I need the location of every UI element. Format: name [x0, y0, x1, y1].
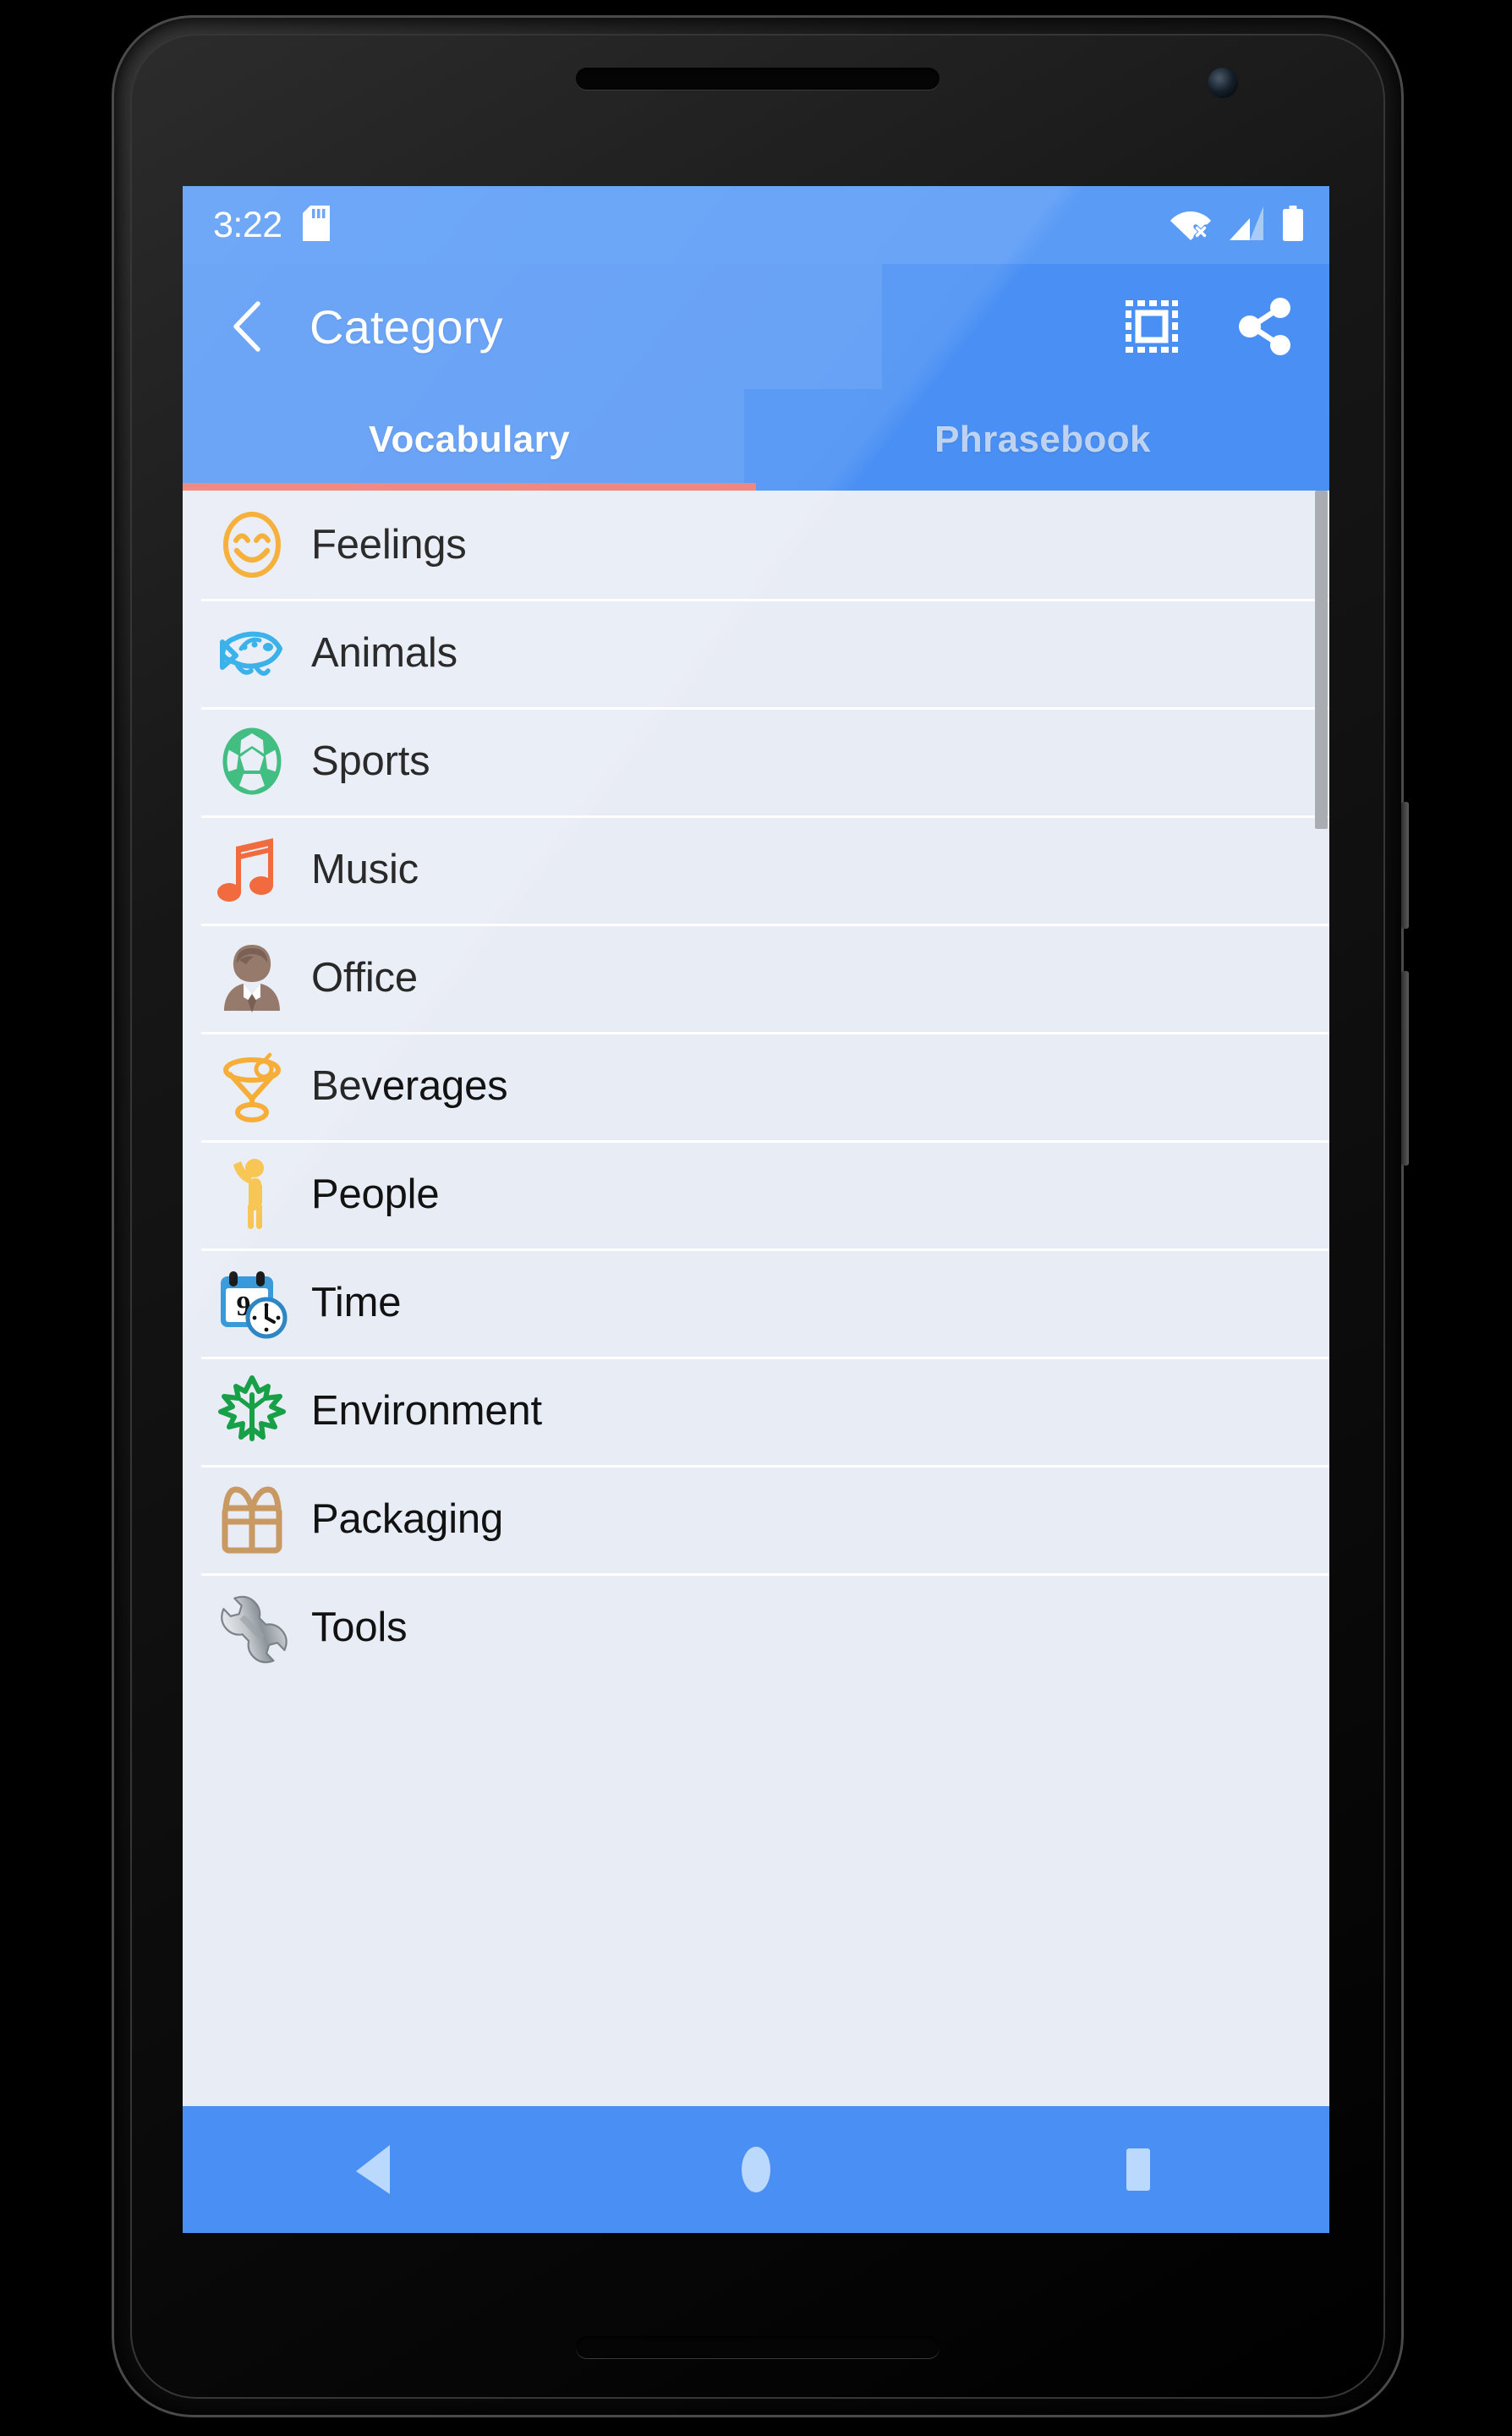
- fish-icon: [211, 612, 293, 694]
- tab-bar: Vocabulary Phrasebook: [183, 389, 1329, 491]
- list-item-label: Time: [311, 1280, 402, 1325]
- list-item-label: Animals: [311, 630, 457, 676]
- android-navigation-bar: [183, 2106, 1329, 2233]
- tab-vocabulary[interactable]: Vocabulary: [183, 389, 756, 491]
- list-item[interactable]: Music: [183, 815, 1329, 924]
- phone-screen: 3:22 Category Vocabulary Phrasebook Feel…: [183, 186, 1329, 2233]
- list-item[interactable]: Office: [183, 924, 1329, 1032]
- list-item-label: Tools: [311, 1605, 408, 1650]
- toolbar-actions: [1118, 293, 1299, 360]
- nav-recents-icon: [1126, 2148, 1150, 2191]
- list-item[interactable]: Tools: [183, 1573, 1329, 1682]
- nav-home-button[interactable]: [565, 2106, 947, 2233]
- app-toolbar: Category: [183, 264, 1329, 389]
- list-item[interactable]: Environment: [183, 1357, 1329, 1465]
- nav-home-icon: [742, 2147, 770, 2192]
- status-bar-clock: 3:22: [213, 204, 282, 245]
- smiley-face-icon: [211, 504, 293, 585]
- gift-box-icon: [211, 1479, 293, 1560]
- nav-back-button[interactable]: [183, 2106, 565, 2233]
- businessman-icon: [211, 937, 293, 1018]
- soccer-ball-icon: [211, 721, 293, 802]
- volume-button[interactable]: [1401, 971, 1409, 1166]
- wrench-icon: [211, 1587, 293, 1668]
- share-button[interactable]: [1231, 293, 1299, 360]
- select-all-button[interactable]: [1118, 293, 1186, 360]
- front-camera: [1208, 68, 1238, 98]
- nav-recents-button[interactable]: [947, 2106, 1329, 2233]
- status-bar-right: [1170, 205, 1304, 245]
- status-bar: 3:22: [183, 186, 1329, 264]
- power-button[interactable]: [1401, 802, 1409, 929]
- bottom-speaker: [576, 2336, 940, 2358]
- tab-selected-indicator: [183, 483, 756, 491]
- toolbar-glare: [183, 264, 883, 389]
- maple-leaf-icon: [211, 1370, 293, 1451]
- tab-phrasebook[interactable]: Phrasebook: [756, 389, 1329, 491]
- calendar-clock-icon: 9: [211, 1262, 293, 1343]
- battery-full-icon: [1282, 205, 1304, 245]
- list-item[interactable]: Sports: [183, 707, 1329, 815]
- select-all-icon: [1126, 300, 1178, 353]
- status-bar-left: 3:22: [213, 204, 330, 245]
- list-scrollbar[interactable]: [1315, 491, 1329, 2055]
- list-item[interactable]: Feelings: [183, 491, 1329, 599]
- list-item-label: Beverages: [311, 1063, 508, 1109]
- list-item-label: Office: [311, 955, 418, 1001]
- list-item[interactable]: Animals: [183, 599, 1329, 707]
- sd-card-icon: [302, 205, 330, 245]
- list-scrollbar-thumb[interactable]: [1315, 491, 1328, 829]
- cocktail-glass-icon: [211, 1045, 293, 1127]
- back-button[interactable]: [215, 294, 281, 359]
- list-item[interactable]: Beverages: [183, 1032, 1329, 1140]
- person-waving-icon: [211, 1154, 293, 1235]
- page-title: Category: [310, 299, 503, 354]
- earpiece-speaker: [576, 68, 940, 90]
- wifi-no-connection-icon: [1170, 206, 1211, 244]
- list-item[interactable]: People: [183, 1140, 1329, 1248]
- list-item[interactable]: 9 Time: [183, 1248, 1329, 1357]
- nav-back-icon: [356, 2145, 390, 2194]
- list-item-label: Packaging: [311, 1496, 504, 1542]
- list-item-label: Music: [311, 847, 419, 892]
- category-list[interactable]: Feelings Animals Sports Music Office Bev…: [183, 491, 1329, 2055]
- list-item-label: Feelings: [311, 522, 467, 568]
- cellular-signal-icon: [1228, 206, 1265, 244]
- back-icon: [233, 301, 260, 352]
- share-icon: [1239, 298, 1290, 355]
- list-item[interactable]: Packaging: [183, 1465, 1329, 1573]
- list-item-label: Sports: [311, 738, 430, 784]
- list-item-label: Environment: [311, 1388, 542, 1434]
- music-note-icon: [211, 829, 293, 910]
- list-item-label: People: [311, 1171, 440, 1217]
